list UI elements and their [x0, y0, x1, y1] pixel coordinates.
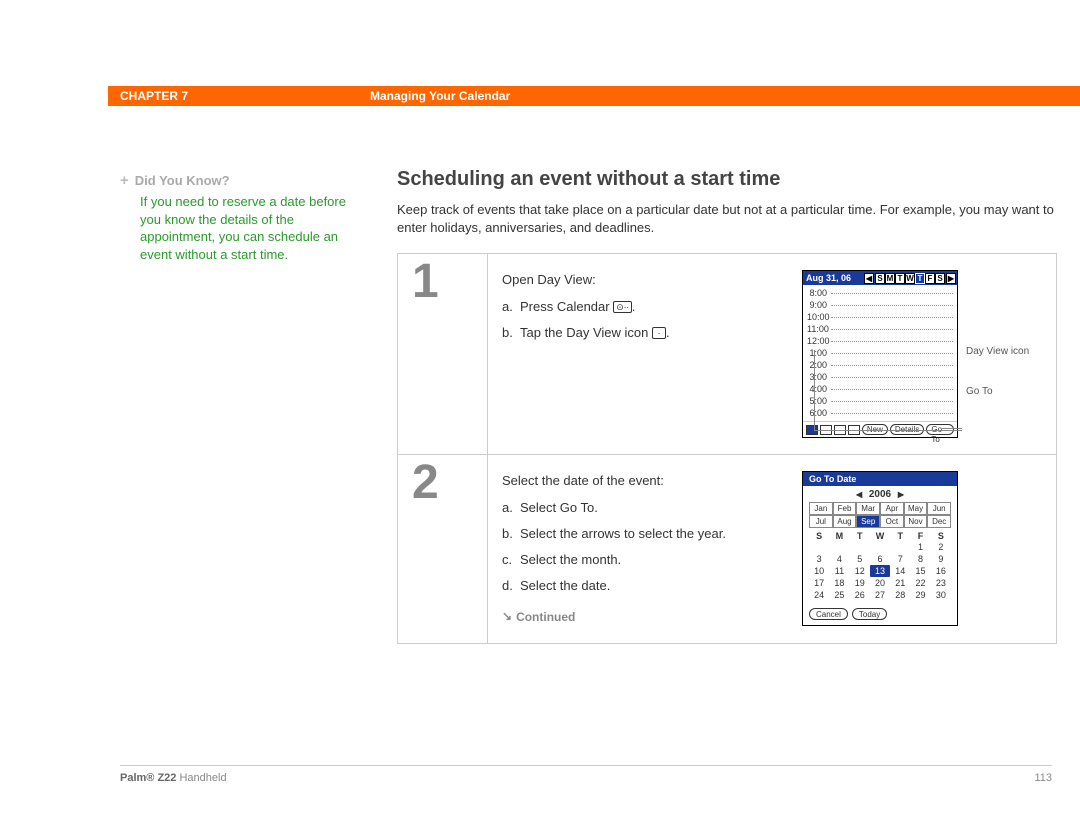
- page-footer: Palm® Z22 Handheld 113: [120, 765, 1052, 784]
- substep-d: d. Select the date.: [502, 576, 790, 596]
- month-sep[interactable]: Sep: [856, 515, 880, 528]
- dayview-date: Aug 31, 06: [803, 273, 863, 283]
- cancel-button[interactable]: Cancel: [809, 608, 848, 620]
- step-2: 2 Select the date of the event: a. Selec…: [398, 455, 1056, 642]
- next-year-arrow-icon[interactable]: ▶: [898, 490, 904, 499]
- goto-footer: Cancel Today: [803, 605, 957, 625]
- dayview-header: Aug 31, 06 ◀ S M T W T F S ▶: [803, 271, 957, 285]
- continued-indicator: ↘Continued: [502, 608, 790, 627]
- dyk-header: + Did You Know?: [120, 172, 350, 189]
- goto-year-row: ◀ 2006 ▶: [803, 486, 957, 502]
- step2-figure: Go To Date ◀ 2006 ▶ Jan Feb Mar Apr: [802, 471, 1042, 626]
- next-arrow-icon[interactable]: ▶: [946, 273, 956, 284]
- day-s2[interactable]: S: [935, 273, 945, 284]
- month-apr[interactable]: Apr: [880, 502, 904, 515]
- today-button[interactable]: Today: [852, 608, 887, 620]
- calendar-button-icon: ⊙∙∙: [613, 301, 632, 313]
- step-intro: Open Day View:: [502, 270, 790, 290]
- dayview-times: 8:00 9:00 10:00 11:00 12:00 1:00 2:00 3:…: [803, 285, 957, 421]
- day-m[interactable]: M: [885, 273, 895, 284]
- dayview-footer: New Details Go To: [803, 421, 957, 437]
- sidebar-did-you-know: + Did You Know? If you need to reserve a …: [120, 172, 350, 263]
- day-w[interactable]: W: [905, 273, 915, 284]
- month-oct[interactable]: Oct: [880, 515, 904, 528]
- step1-figure: Aug 31, 06 ◀ S M T W T F S ▶: [802, 270, 1042, 438]
- dyk-body: If you need to reserve a date before you…: [120, 193, 350, 263]
- substep-c: c. Select the month.: [502, 550, 790, 570]
- month-jan[interactable]: Jan: [809, 502, 833, 515]
- callout-goto: Go To: [966, 386, 993, 397]
- day-f[interactable]: F: [925, 273, 935, 284]
- month-feb[interactable]: Feb: [833, 502, 857, 515]
- footer-brand: Palm® Z22 Handheld: [120, 772, 227, 784]
- step-1: 1 Open Day View: a. Press Calendar ⊙∙∙. …: [398, 254, 1056, 455]
- month-mar[interactable]: Mar: [856, 502, 880, 515]
- palm-goto-screen: Go To Date ◀ 2006 ▶ Jan Feb Mar Apr: [802, 471, 958, 626]
- palm-dayview-screen: Aug 31, 06 ◀ S M T W T F S ▶: [802, 270, 958, 438]
- goto-date-grid: 1 2 3 4 5 6 7 8 9: [809, 541, 951, 601]
- substep-a: a. Press Calendar ⊙∙∙.: [502, 297, 790, 317]
- step-number: 1: [398, 254, 488, 454]
- step-body: Select the date of the event: a. Select …: [488, 455, 1056, 642]
- month-dec[interactable]: Dec: [927, 515, 951, 528]
- substep-a: a. Select Go To.: [502, 498, 790, 518]
- day-s[interactable]: S: [875, 273, 885, 284]
- chapter-label: CHAPTER 7: [108, 89, 370, 103]
- page-header: CHAPTER 7 Managing Your Calendar: [108, 86, 1080, 106]
- callout-dayview-icon: Day View icon: [966, 346, 1029, 357]
- goto-months: Jan Feb Mar Apr May Jun Jul Aug Sep: [809, 502, 951, 528]
- dayview-week-nav: ◀ S M T W T F S ▶: [863, 272, 957, 285]
- step-body: Open Day View: a. Press Calendar ⊙∙∙. b.…: [488, 254, 1056, 454]
- goto-header: Go To Date: [803, 472, 957, 486]
- page-intro: Keep track of events that take place on …: [397, 201, 1057, 237]
- day-t2[interactable]: T: [915, 273, 925, 284]
- step-text: Open Day View: a. Press Calendar ⊙∙∙. b.…: [502, 270, 802, 438]
- page-title: Scheduling an event without a start time: [397, 168, 1057, 191]
- page-number: 113: [1034, 772, 1052, 784]
- continued-arrow-icon: ↘: [502, 607, 512, 626]
- step-text: Select the date of the event: a. Select …: [502, 471, 802, 626]
- month-jul[interactable]: Jul: [809, 515, 833, 528]
- month-jun[interactable]: Jun: [927, 502, 951, 515]
- month-may[interactable]: May: [904, 502, 928, 515]
- dyk-label: Did You Know?: [135, 173, 230, 188]
- prev-year-arrow-icon[interactable]: ◀: [856, 490, 862, 499]
- substep-b: b. Tap the Day View icon · .: [502, 323, 790, 343]
- steps-container: 1 Open Day View: a. Press Calendar ⊙∙∙. …: [397, 253, 1057, 643]
- step-intro: Select the date of the event:: [502, 471, 790, 491]
- prev-arrow-icon[interactable]: ◀: [864, 273, 874, 284]
- main-content: Scheduling an event without a start time…: [397, 168, 1057, 644]
- goto-dayheaders: S M T W T F S: [809, 531, 951, 541]
- day-view-icon: ·: [652, 327, 666, 339]
- month-aug[interactable]: Aug: [833, 515, 857, 528]
- plus-icon: +: [120, 172, 129, 189]
- substep-b: b. Select the arrows to select the year.: [502, 524, 790, 544]
- goto-year: 2006: [869, 489, 891, 500]
- chapter-title: Managing Your Calendar: [370, 89, 510, 103]
- day-t[interactable]: T: [895, 273, 905, 284]
- step-number: 2: [398, 455, 488, 642]
- month-nov[interactable]: Nov: [904, 515, 928, 528]
